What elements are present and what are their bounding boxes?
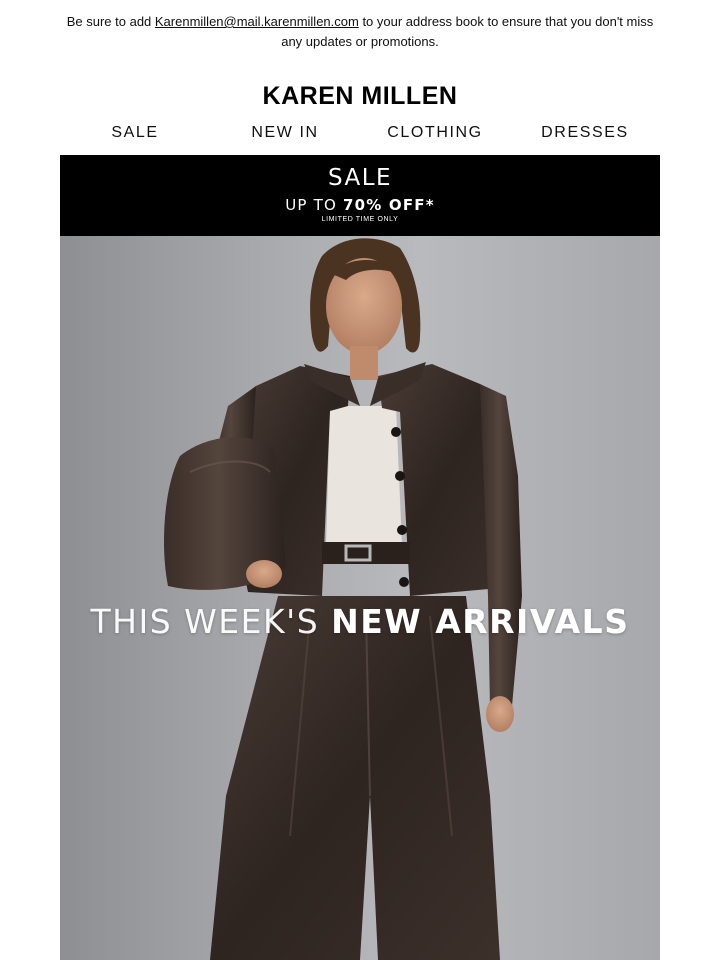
brand-logo[interactable]: KAREN MILLEN <box>0 82 720 111</box>
hero-headline: THIS WEEK'S NEW ARRIVALS <box>60 602 660 641</box>
white-top <box>326 406 402 546</box>
model-illustration <box>164 238 522 960</box>
sale-banner-title: SALE <box>327 165 393 191</box>
preheader-before: Be sure to add <box>66 14 155 29</box>
main-navigation: SALE NEW IN CLOTHING DRESSES <box>60 122 660 144</box>
sale-banner-subtitle: UP TO 70% OFF* <box>60 195 660 215</box>
nav-item-clothing[interactable]: CLOTHING <box>360 122 510 144</box>
preheader-text: Be sure to add Karenmillen@mail.karenmil… <box>60 12 660 52</box>
hero-image[interactable]: THIS WEEK'S NEW ARRIVALS <box>60 236 660 960</box>
hero-headline-bold: NEW ARRIVALS <box>331 602 630 641</box>
nav-item-new-in[interactable]: NEW IN <box>210 122 360 144</box>
neck-shape <box>350 346 378 380</box>
culottes-shape <box>210 596 500 960</box>
sale-subtitle-prefix: UP TO <box>285 196 343 214</box>
nav-item-sale[interactable]: SALE <box>60 122 210 144</box>
sale-banner[interactable]: SALE UP TO 70% OFF* LIMITED TIME ONLY <box>60 155 660 236</box>
hero-headline-light: THIS WEEK'S <box>90 602 332 641</box>
email-address-link[interactable]: Karenmillen@mail.karenmillen.com <box>155 14 359 29</box>
nav-item-dresses[interactable]: DRESSES <box>510 122 660 144</box>
right-arm-sleeve <box>480 384 522 708</box>
sale-banner-fine-print: LIMITED TIME ONLY <box>321 216 399 223</box>
sale-subtitle-discount: 70% OFF* <box>342 196 435 214</box>
